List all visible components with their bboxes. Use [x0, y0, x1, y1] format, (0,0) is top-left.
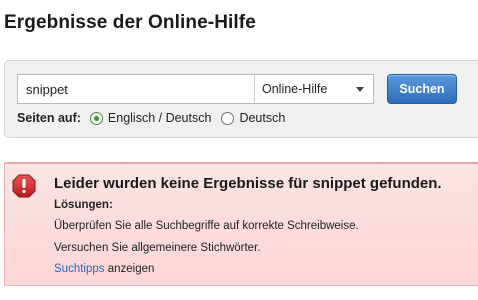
search-box: Online-Hilfe	[17, 74, 374, 104]
scope-row: Seiten auf: Englisch / Deutsch Deutsch	[17, 111, 295, 125]
no-results-alert: Leider wurden keine Ergebnisse für snipp…	[4, 162, 478, 286]
radio-button-englisch-deutsch[interactable]	[89, 111, 103, 125]
alert-title: Leider wurden keine Ergebnisse für snipp…	[54, 175, 442, 192]
chevron-down-icon	[356, 86, 364, 92]
scope-label: Seiten auf:	[17, 111, 81, 125]
error-icon	[12, 174, 36, 198]
radio-label-deutsch: Deutsch	[239, 111, 286, 125]
scope-dropdown[interactable]: Online-Hilfe	[254, 75, 373, 103]
radio-button-deutsch[interactable]	[221, 111, 235, 125]
search-row: Online-Hilfe Suchen	[17, 74, 457, 104]
search-tips-link[interactable]: Suchtipps	[54, 263, 105, 275]
scope-dropdown-value: Online-Hilfe	[262, 82, 328, 96]
suggestion-item: Überprüfen Sie alle Suchbegriffe auf kor…	[54, 220, 359, 232]
search-tips-suffix: anzeigen	[104, 263, 155, 275]
radio-option-englisch-deutsch[interactable]: Englisch / Deutsch	[89, 111, 212, 125]
radio-label-englisch-deutsch: Englisch / Deutsch	[107, 111, 212, 125]
page-title: Ergebnisse der Online-Hilfe	[4, 12, 256, 33]
search-button[interactable]: Suchen	[387, 74, 457, 104]
search-tips-line: Suchtipps anzeigen	[54, 263, 154, 275]
radio-option-deutsch[interactable]: Deutsch	[221, 111, 285, 125]
suggestion-item: Versuchen Sie allgemeinere Stichwörter.	[54, 242, 261, 254]
search-input[interactable]	[18, 75, 254, 103]
alert-subtitle: Lösungen:	[54, 199, 113, 211]
search-panel: Online-Hilfe Suchen Seiten auf: Englisch…	[4, 60, 478, 138]
